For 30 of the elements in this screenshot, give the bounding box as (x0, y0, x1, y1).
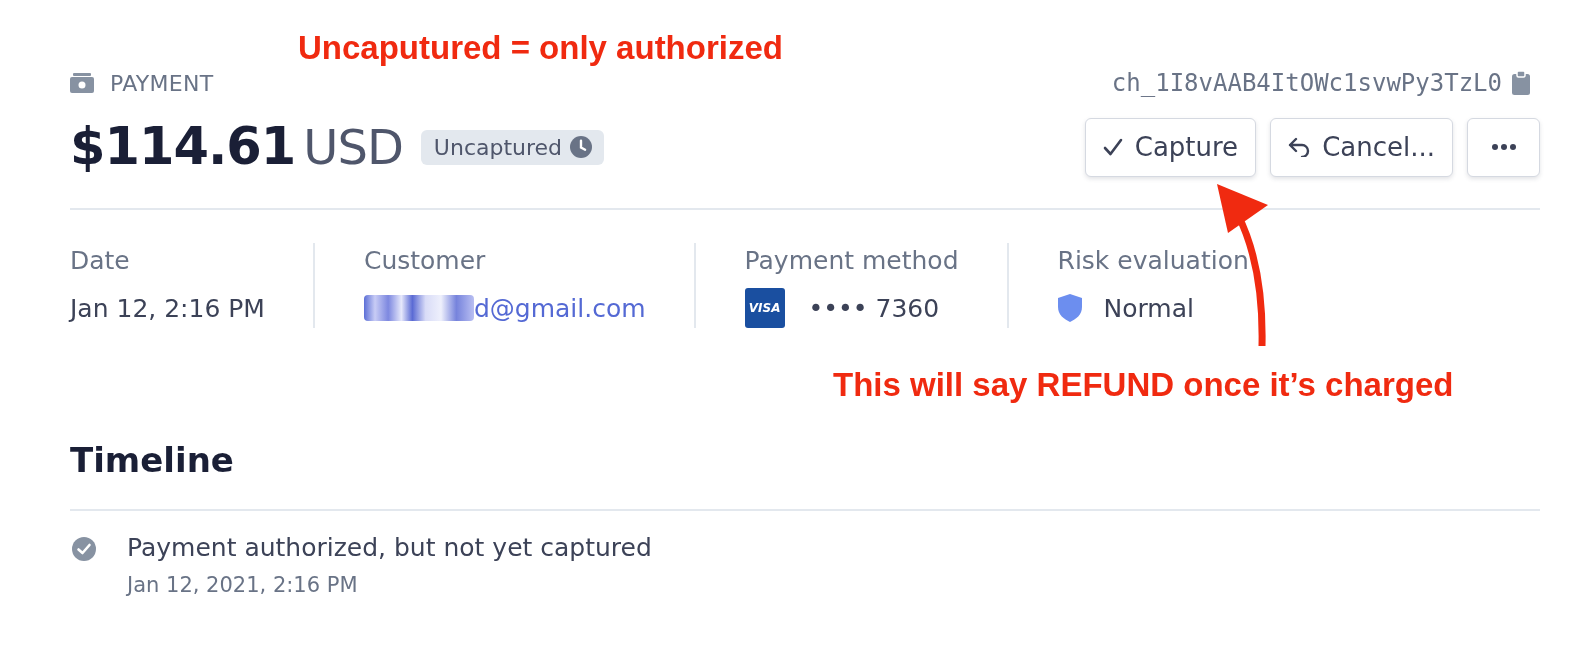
card-brand-logo: VISA (744, 288, 785, 328)
clock-icon (570, 136, 593, 158)
annotation-text: Uncaputured = only authorized (298, 29, 783, 67)
event-text: Payment authorized, but not yet captured (127, 533, 652, 562)
more-icon (1491, 144, 1516, 150)
card-number: •••• 7360 (808, 293, 940, 323)
event-time: Jan 12, 2021, 2:16 PM (127, 573, 358, 597)
annotation-text: This will say REFUND once it’s charged (833, 366, 1454, 404)
detail-value: Jan 12, 2:16 PM (70, 293, 265, 323)
status-text: Uncaptured (433, 134, 563, 160)
detail-label: Payment method (744, 246, 959, 275)
amount: $114.61 (70, 117, 296, 177)
more-button[interactable] (1467, 117, 1540, 177)
timeline-heading: Timeline (70, 440, 234, 480)
risk-value: Normal (1103, 293, 1194, 323)
check-icon (1102, 138, 1123, 156)
cancel-button[interactable]: Cancel... (1270, 117, 1453, 177)
currency: USD (303, 118, 403, 177)
detail-label: Customer (363, 246, 486, 275)
cash-icon (70, 73, 94, 93)
detail-label: Risk evaluation (1057, 246, 1249, 275)
undo-icon (1288, 137, 1311, 157)
clipboard-icon[interactable] (1512, 71, 1530, 95)
detail-label: Date (70, 246, 130, 275)
check-circle-icon (72, 537, 96, 561)
customer-email-link[interactable]: d@gmail.com (473, 293, 646, 323)
section-label: PAYMENT (110, 70, 214, 96)
capture-button[interactable]: Capture (1084, 117, 1257, 177)
charge-id: ch_1I8vAAB4ItOWc1svwPy3TzL0 (1111, 69, 1502, 97)
shield-icon (1057, 294, 1082, 322)
